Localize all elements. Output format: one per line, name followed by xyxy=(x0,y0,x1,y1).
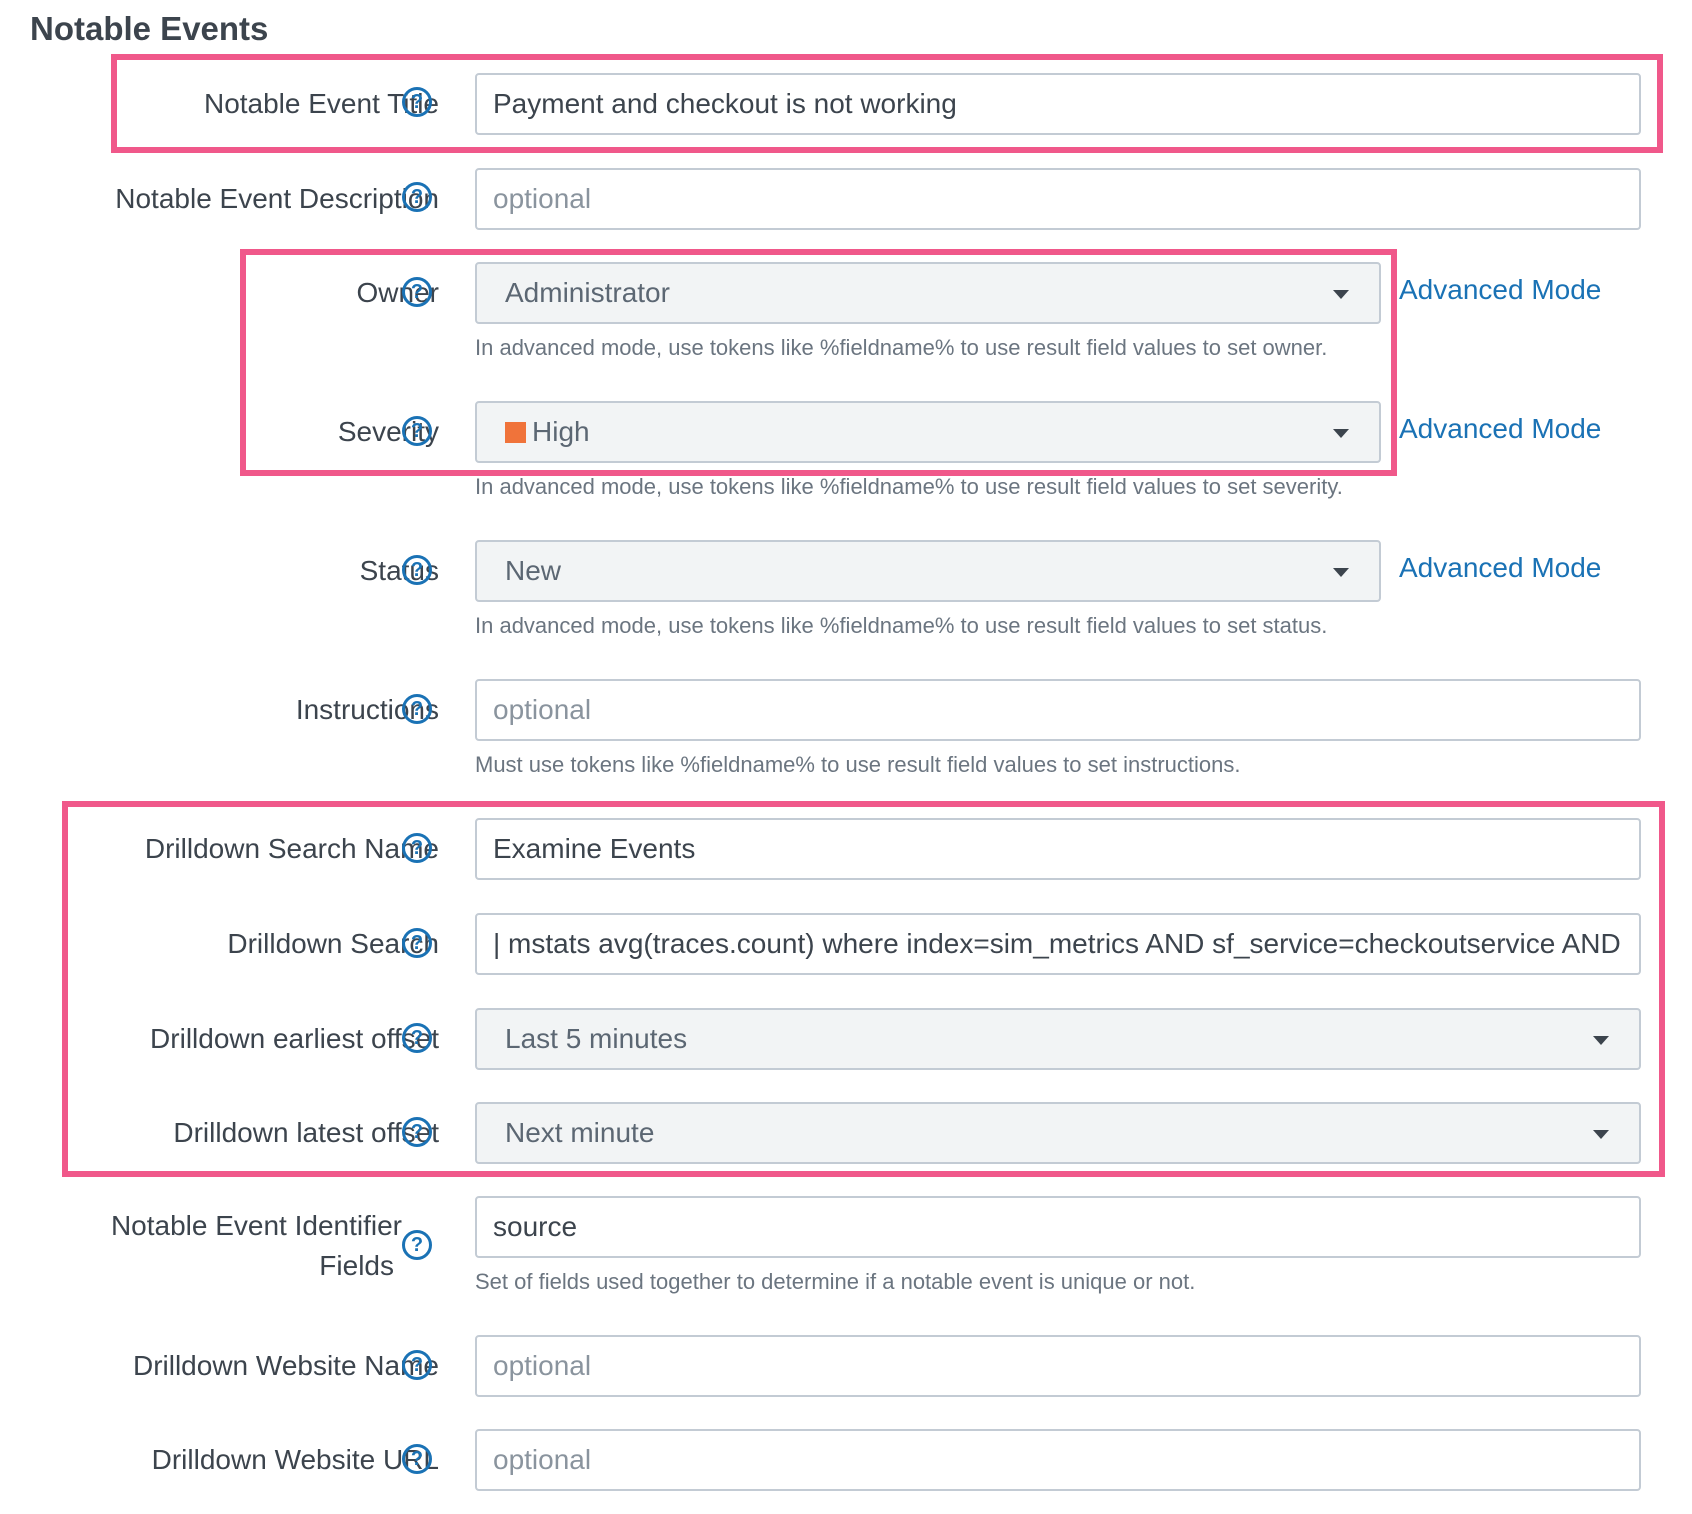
status-value: New xyxy=(505,555,562,586)
chevron-down-icon xyxy=(1333,568,1349,577)
help-icon[interactable]: ? xyxy=(402,277,432,307)
website-name-label: Drilldown Website Name xyxy=(132,1350,439,1381)
notable-event-title-input[interactable] xyxy=(475,73,1641,135)
owner-hint: In advanced mode, use tokens like %field… xyxy=(475,335,1328,360)
chevron-down-icon xyxy=(1593,1130,1609,1139)
drilldown-search-name-input[interactable] xyxy=(475,818,1641,880)
owner-select[interactable]: Administrator xyxy=(475,262,1381,324)
help-icon[interactable]: ? xyxy=(402,182,432,212)
website-url-label: Drilldown Website URL xyxy=(151,1444,439,1475)
chevron-down-icon xyxy=(1333,429,1349,438)
drilldown-latest-label: Drilldown latest offset xyxy=(173,1117,439,1148)
drilldown-search-name-label: Drilldown Search Name xyxy=(144,833,439,864)
severity-advanced-mode-link[interactable]: Advanced Mode xyxy=(1399,413,1601,445)
severity-color-swatch xyxy=(505,422,526,443)
help-icon[interactable]: ? xyxy=(402,1350,432,1380)
chevron-down-icon xyxy=(1593,1036,1609,1045)
chevron-down-icon xyxy=(1333,290,1349,299)
identifier-fields-hint: Set of fields used together to determine… xyxy=(475,1269,1196,1294)
status-hint: In advanced mode, use tokens like %field… xyxy=(475,613,1328,638)
identifier-fields-input[interactable] xyxy=(475,1196,1641,1258)
drilldown-search-input[interactable] xyxy=(475,913,1641,975)
status-advanced-mode-link[interactable]: Advanced Mode xyxy=(1399,552,1601,584)
help-icon[interactable]: ? xyxy=(402,1230,432,1260)
help-icon[interactable]: ? xyxy=(402,1023,432,1053)
owner-advanced-mode-link[interactable]: Advanced Mode xyxy=(1399,274,1601,306)
help-icon[interactable]: ? xyxy=(402,833,432,863)
drilldown-latest-select[interactable]: Next minute xyxy=(475,1102,1641,1164)
identifier-fields-label-line1: Notable Event Identifier xyxy=(110,1210,402,1241)
drilldown-website-name-input[interactable] xyxy=(475,1335,1641,1397)
severity-value: High xyxy=(505,403,590,461)
help-icon[interactable]: ? xyxy=(402,694,432,724)
severity-value-text: High xyxy=(532,416,590,447)
description-label: Notable Event Description xyxy=(115,183,439,214)
instructions-hint: Must use tokens like %fieldname% to use … xyxy=(475,752,1241,777)
drilldown-earliest-select[interactable]: Last 5 minutes xyxy=(475,1008,1641,1070)
section-title: Notable Events xyxy=(30,10,269,47)
drilldown-earliest-value: Last 5 minutes xyxy=(505,1023,688,1054)
help-icon[interactable]: ? xyxy=(402,928,432,958)
instructions-input[interactable] xyxy=(475,679,1641,741)
severity-select[interactable]: High xyxy=(475,401,1381,463)
drilldown-earliest-label: Drilldown earliest offset xyxy=(150,1023,439,1054)
notable-event-description-input[interactable] xyxy=(475,168,1641,230)
help-icon[interactable]: ? xyxy=(402,1117,432,1147)
drilldown-latest-value: Next minute xyxy=(505,1117,655,1148)
owner-value: Administrator xyxy=(505,277,670,308)
help-icon[interactable]: ? xyxy=(402,1444,432,1474)
help-icon[interactable]: ? xyxy=(402,416,432,446)
identifier-fields-label: Notable Event Identifier Fields xyxy=(60,1206,402,1286)
help-icon[interactable]: ? xyxy=(402,555,432,585)
help-icon[interactable]: ? xyxy=(402,87,432,117)
drilldown-website-url-input[interactable] xyxy=(475,1429,1641,1491)
severity-hint: In advanced mode, use tokens like %field… xyxy=(475,474,1343,499)
identifier-fields-label-line2: Fields xyxy=(319,1250,394,1281)
status-select[interactable]: New xyxy=(475,540,1381,602)
